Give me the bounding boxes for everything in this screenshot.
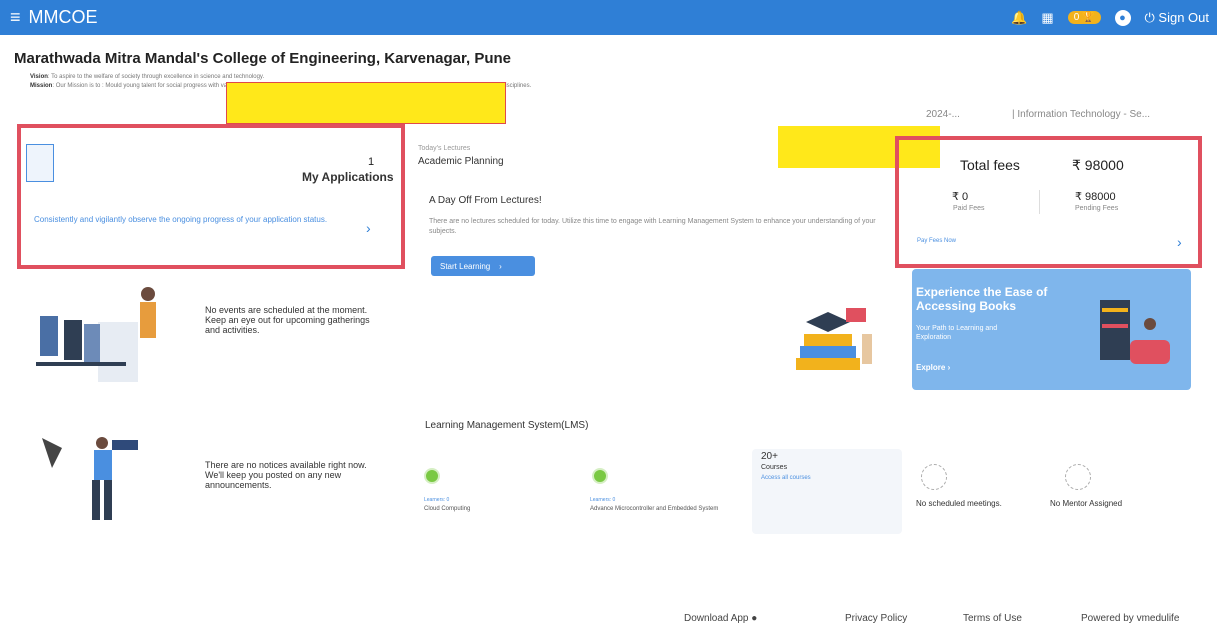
pending-fees-value: ₹ 98000 [1075,191,1116,203]
college-name: Marathwada Mitra Mandal's College of Eng… [14,50,512,67]
courses-count: 20+ [761,451,778,462]
redaction-highlight [226,82,506,124]
mentor-icon [1065,464,1091,490]
books-heading: Experience the Ease of Accessing Books [916,285,1048,313]
day-off-heading: A Day Off From Lectures! [429,195,542,206]
vision-text: Vision: To aspire to the welfare of soci… [30,74,265,80]
explore-button[interactable]: Explore › [916,363,950,372]
fees-divider [1039,190,1040,214]
books-subtext: Your Path to Learning and Exploration [916,325,998,341]
day-off-description: There are no lectures scheduled for toda… [429,218,876,235]
sign-out-button[interactable]: ⏻ Sign Out [1145,10,1210,26]
start-learning-button[interactable]: Start Learning › [431,256,535,276]
pending-fees-label: Pending Fees [1075,205,1119,212]
course-learners: Learners: 0 [590,497,616,503]
events-empty-message: No events are scheduled at the moment. K… [205,305,370,335]
fees-card[interactable] [895,136,1202,268]
brand-name: MMCOE [28,7,98,27]
top-navigation-bar: ≡ MMCOE 🔔 ▦ 0 🏆 ● ⏻ Sign Out [0,0,1217,35]
events-illustration [36,287,156,382]
notices-illustration [42,437,138,520]
learning-illustration [796,308,872,370]
coin-badge[interactable]: 0 🏆 [1067,11,1101,24]
todays-lectures-label: Today's Lectures [418,145,471,152]
user-avatar-icon[interactable]: ● [1114,9,1131,26]
applications-card[interactable] [17,124,405,269]
top-right-actions: 🔔 ▦ 0 🏆 ● ⏻ Sign Out [1011,0,1209,35]
brand[interactable]: ≡ MMCOE [10,7,98,28]
pay-fees-chevron-icon[interactable]: › [1177,234,1182,250]
course-name[interactable]: Cloud Computing [424,506,470,513]
academic-year: 2024-... [926,109,960,120]
course-icon[interactable] [592,468,608,484]
application-document-icon [26,144,54,182]
lectures-title: Academic Planning [418,156,504,167]
courses-label: Courses [761,464,788,471]
course-name[interactable]: Advance Microcontroller and Embedded Sys… [590,506,740,513]
access-all-courses-link[interactable]: Access all courses [761,475,811,481]
applications-description: Consistently and vigilantly observe the … [34,215,328,224]
total-fees-value: ₹ 98000 [1072,157,1124,173]
mentor-empty-message: No Mentor Assigned [1050,499,1123,508]
department-label: | Information Technology - Se... [1012,109,1151,120]
menu-icon[interactable]: ≡ [10,7,21,28]
powered-by-link[interactable]: Powered by vmedulife [1081,613,1179,624]
paid-fees-label: Paid Fees [953,205,985,212]
meetings-empty-message: No scheduled meetings. [916,499,1002,508]
download-app-link[interactable]: Download App ● [684,613,757,624]
applications-chevron-icon[interactable]: › [366,220,371,236]
meetings-icon [921,464,947,490]
privacy-policy-link[interactable]: Privacy Policy [845,613,907,624]
course-learners: Learners: 0 [424,497,450,503]
lms-title: Learning Management System(LMS) [425,420,589,431]
applications-label: My Applications [302,170,394,184]
reading-person-illustration [1100,300,1170,364]
pay-fees-link[interactable]: Pay Fees Now [917,238,956,244]
terms-of-use-link[interactable]: Terms of Use [963,613,1022,624]
bell-icon[interactable]: 🔔 [1011,10,1027,26]
total-fees-label: Total fees [960,157,1020,173]
notices-empty-message: There are no notices available right now… [205,460,367,490]
paid-fees-value: ₹ 0 [952,191,969,203]
applications-count: 1 [368,156,375,168]
apps-grid-icon[interactable]: ▦ [1041,10,1053,26]
course-icon[interactable] [424,468,440,484]
